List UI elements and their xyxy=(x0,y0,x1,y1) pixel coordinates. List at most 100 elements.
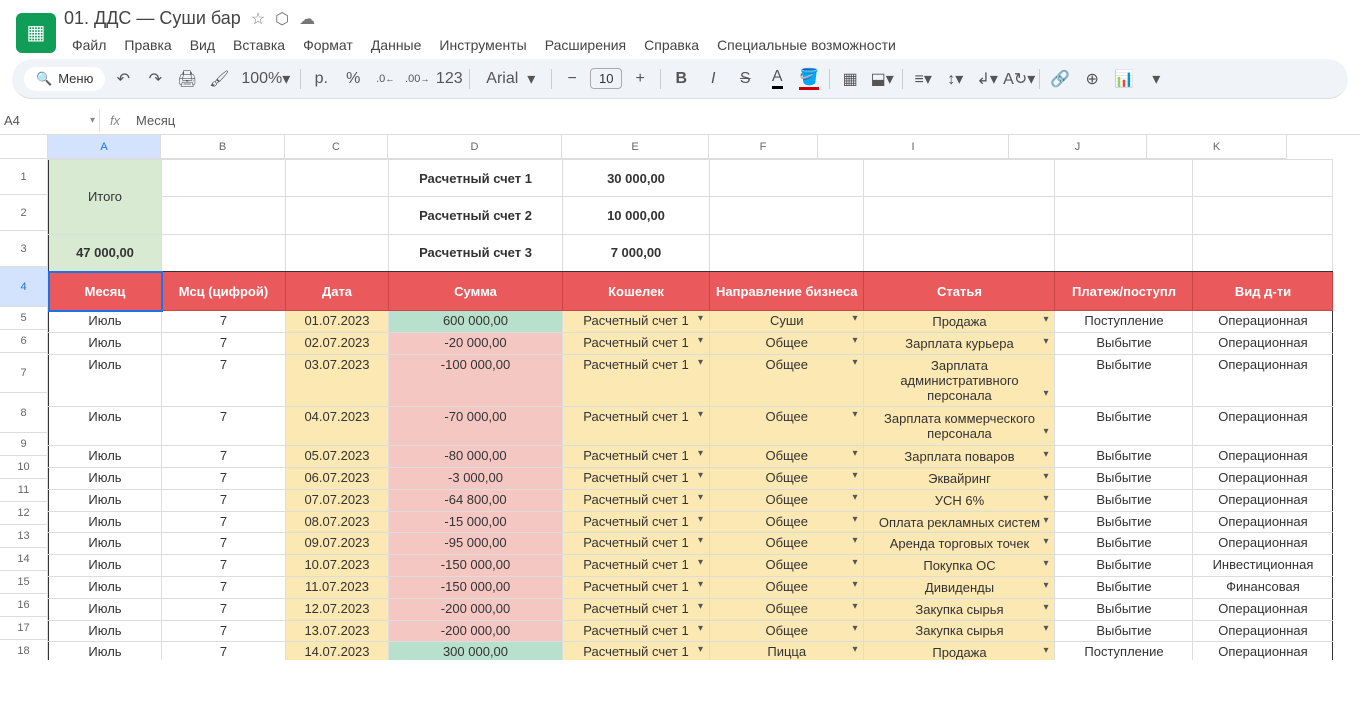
cell-type-11[interactable]: Операционная xyxy=(1193,598,1333,620)
cell-type-6[interactable]: Операционная xyxy=(1193,489,1333,511)
cell-pay-6[interactable]: Выбытие xyxy=(1055,489,1193,511)
cell-type-3[interactable]: Операционная xyxy=(1193,406,1333,445)
bold-button[interactable]: B xyxy=(667,65,695,93)
header-4[interactable]: Кошелек xyxy=(563,272,710,311)
cell-itogo-val[interactable]: 47 000,00 xyxy=(49,234,162,271)
wrap-button[interactable]: ↲▾ xyxy=(973,65,1001,93)
cell-month-4[interactable]: Июль xyxy=(49,446,162,468)
cell-wallet-10[interactable]: Расчетный счет 1 xyxy=(563,576,710,598)
colhdr-J[interactable]: J xyxy=(1009,135,1147,159)
rowhdr-17[interactable]: 17 xyxy=(0,617,48,640)
cell-article-13[interactable]: Продажа xyxy=(864,642,1055,660)
cell-dir-4[interactable]: Общее xyxy=(710,446,864,468)
cell-month-7[interactable]: Июль xyxy=(49,511,162,533)
cell-article-1[interactable]: Зарплата курьера xyxy=(864,333,1055,355)
cell-article-2[interactable]: Зарплата административного персонала xyxy=(864,355,1055,407)
cell-wallet-2[interactable]: Расчетный счет 1 xyxy=(563,355,710,407)
cell-sum-3[interactable]: -70 000,00 xyxy=(389,406,563,445)
cell-mnum-2[interactable]: 7 xyxy=(162,355,286,407)
header-3[interactable]: Сумма xyxy=(389,272,563,311)
cell-mnum-5[interactable]: 7 xyxy=(162,468,286,490)
cell-pay-0[interactable]: Поступление xyxy=(1055,311,1193,333)
font-select[interactable]: Arial ▾ xyxy=(476,65,545,93)
menu-4[interactable]: Формат xyxy=(295,33,361,57)
colhdr-D[interactable]: D xyxy=(388,135,562,159)
search-menu[interactable]: 🔍 Меню xyxy=(24,67,105,91)
header-1[interactable]: Мсц (цифрой) xyxy=(162,272,286,311)
cell-sum-8[interactable]: -95 000,00 xyxy=(389,533,563,555)
cell-sum-7[interactable]: -15 000,00 xyxy=(389,511,563,533)
cell-type-4[interactable]: Операционная xyxy=(1193,446,1333,468)
cell-month-6[interactable]: Июль xyxy=(49,489,162,511)
zoom-select[interactable]: 100% ▾ xyxy=(237,65,294,93)
cell-type-8[interactable]: Операционная xyxy=(1193,533,1333,555)
cell-date-9[interactable]: 10.07.2023 xyxy=(286,555,389,577)
cell-date-5[interactable]: 06.07.2023 xyxy=(286,468,389,490)
cell-d3[interactable]: Расчетный счет 3 xyxy=(389,234,563,271)
cell-dir-0[interactable]: Суши xyxy=(710,311,864,333)
rowhdr-13[interactable]: 13 xyxy=(0,525,48,548)
cloud-icon[interactable]: ☁ xyxy=(299,9,315,29)
cell-sum-6[interactable]: -64 800,00 xyxy=(389,489,563,511)
cell-mnum-10[interactable]: 7 xyxy=(162,576,286,598)
colhdr-K[interactable]: K xyxy=(1147,135,1287,159)
menu-0[interactable]: Файл xyxy=(64,33,114,57)
cell-mnum-12[interactable]: 7 xyxy=(162,620,286,642)
cell-date-2[interactable]: 03.07.2023 xyxy=(286,355,389,407)
cell-sum-2[interactable]: -100 000,00 xyxy=(389,355,563,407)
menu-9[interactable]: Специальные возможности xyxy=(709,33,904,57)
rowhdr-10[interactable]: 10 xyxy=(0,456,48,479)
cell-wallet-7[interactable]: Расчетный счет 1 xyxy=(563,511,710,533)
cell-mnum-0[interactable]: 7 xyxy=(162,311,286,333)
header-6[interactable]: Статья xyxy=(864,272,1055,311)
cell-mnum-6[interactable]: 7 xyxy=(162,489,286,511)
cell-month-8[interactable]: Июль xyxy=(49,533,162,555)
name-box[interactable]: A4▾ xyxy=(0,109,100,132)
menu-6[interactable]: Инструменты xyxy=(431,33,534,57)
cell-sum-0[interactable]: 600 000,00 xyxy=(389,311,563,333)
sheets-logo-icon[interactable]: ▦ xyxy=(16,13,56,53)
cell-dir-6[interactable]: Общее xyxy=(710,489,864,511)
rowhdr-6[interactable]: 6 xyxy=(0,330,48,353)
cell-article-10[interactable]: Дивиденды xyxy=(864,576,1055,598)
cell-wallet-5[interactable]: Расчетный счет 1 xyxy=(563,468,710,490)
cell-month-2[interactable]: Июль xyxy=(49,355,162,407)
undo-button[interactable]: ↶ xyxy=(109,65,137,93)
cell-mnum-4[interactable]: 7 xyxy=(162,446,286,468)
doc-title[interactable]: 01. ДДС — Суши бар xyxy=(64,8,241,29)
colhdr-I[interactable]: I xyxy=(818,135,1009,159)
cell-wallet-1[interactable]: Расчетный счет 1 xyxy=(563,333,710,355)
paint-format-button[interactable]: 🖌 xyxy=(205,65,233,93)
colhdr-E[interactable]: E xyxy=(562,135,709,159)
cell-type-12[interactable]: Операционная xyxy=(1193,620,1333,642)
cell-article-11[interactable]: Закупка сырья xyxy=(864,598,1055,620)
cell-dir-9[interactable]: Общее xyxy=(710,555,864,577)
cell-date-0[interactable]: 01.07.2023 xyxy=(286,311,389,333)
cell-sum-12[interactable]: -200 000,00 xyxy=(389,620,563,642)
fontsize-increase[interactable]: + xyxy=(626,65,654,93)
cell-article-3[interactable]: Зарплата коммерческого персонала xyxy=(864,406,1055,445)
cell-date-8[interactable]: 09.07.2023 xyxy=(286,533,389,555)
valign-button[interactable]: ↕▾ xyxy=(941,65,969,93)
cell-d2[interactable]: Расчетный счет 2 xyxy=(389,197,563,234)
cell-pay-7[interactable]: Выбытие xyxy=(1055,511,1193,533)
cell-type-10[interactable]: Финансовая xyxy=(1193,576,1333,598)
halign-button[interactable]: ≡▾ xyxy=(909,65,937,93)
menu-7[interactable]: Расширения xyxy=(537,33,634,57)
filter-button[interactable]: ▾ xyxy=(1142,65,1170,93)
menu-3[interactable]: Вставка xyxy=(225,33,293,57)
colhdr-F[interactable]: F xyxy=(709,135,818,159)
cell-mnum-7[interactable]: 7 xyxy=(162,511,286,533)
header-5[interactable]: Направление бизнеса xyxy=(710,272,864,311)
rowhdr-11[interactable]: 11 xyxy=(0,479,48,502)
cell-type-2[interactable]: Операционная xyxy=(1193,355,1333,407)
cell-month-9[interactable]: Июль xyxy=(49,555,162,577)
cell-dir-3[interactable]: Общее xyxy=(710,406,864,445)
menu-8[interactable]: Справка xyxy=(636,33,707,57)
cell-wallet-11[interactable]: Расчетный счет 1 xyxy=(563,598,710,620)
cell-pay-11[interactable]: Выбытие xyxy=(1055,598,1193,620)
rowhdr-1[interactable]: 1 xyxy=(0,159,48,195)
colhdr-A[interactable]: A xyxy=(48,135,161,159)
colhdr-C[interactable]: C xyxy=(285,135,388,159)
cell-pay-2[interactable]: Выбытие xyxy=(1055,355,1193,407)
